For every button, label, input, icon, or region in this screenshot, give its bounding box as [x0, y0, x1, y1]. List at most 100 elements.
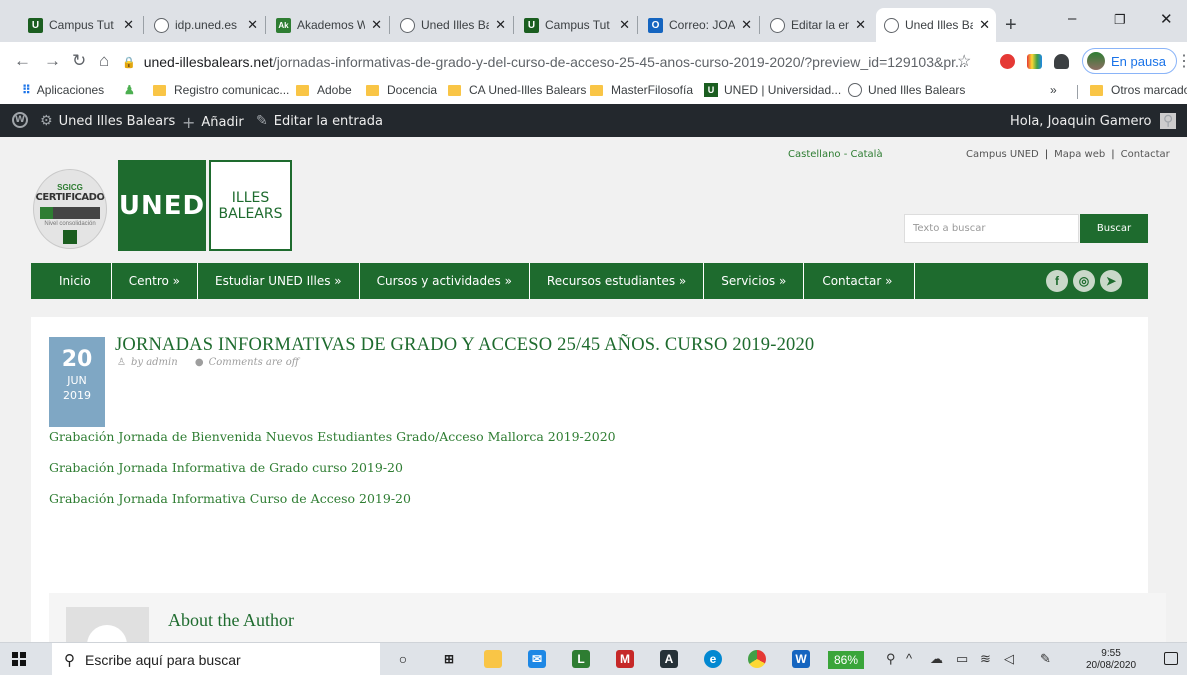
admin-add-new[interactable]: + Añadir	[182, 113, 244, 132]
uned-favicon-icon: U	[28, 17, 43, 33]
facebook-icon[interactable]: f	[1046, 270, 1068, 292]
tab-correo[interactable]: O Correo: JOA ✕	[640, 8, 758, 42]
window-close-icon[interactable]: ✕	[1160, 10, 1173, 28]
profile-button[interactable]: En pausa	[1082, 48, 1177, 74]
uned-l-app-icon[interactable]: L	[572, 650, 590, 668]
admin-search-icon[interactable]: ⚲	[1163, 113, 1173, 129]
forward-arrow-icon[interactable]: →	[44, 51, 61, 71]
bookmark-star-icon[interactable]: ☆	[957, 51, 971, 71]
bookmark-uned-illes[interactable]: Uned Illes Balears	[848, 83, 965, 97]
usb-icon[interactable]: ⚲	[886, 651, 896, 667]
new-tab-button[interactable]: +	[1005, 14, 1017, 37]
close-icon[interactable]: ✕	[979, 17, 990, 33]
bookmark-apps[interactable]: ⠿ Aplicaciones	[22, 83, 104, 97]
folder-icon	[448, 84, 461, 96]
battery-tray-icon[interactable]: ▭	[956, 651, 968, 667]
bookmarks-overflow-button[interactable]: »	[1050, 83, 1057, 97]
close-icon[interactable]: ✕	[123, 17, 134, 33]
back-arrow-icon[interactable]: ←	[14, 51, 31, 71]
close-icon[interactable]: ✕	[495, 17, 506, 33]
nav-servicios[interactable]: Servicios »	[704, 263, 805, 299]
windows-start-icon[interactable]	[12, 652, 26, 666]
menu-kebab-icon[interactable]: ⋮	[1176, 51, 1187, 71]
nav-estudiar[interactable]: Estudiar UNED Illes »	[198, 263, 360, 299]
bookmark-other[interactable]: Otros marcadores	[1090, 83, 1187, 97]
close-icon[interactable]: ✕	[741, 17, 752, 33]
tab-title: idp.uned.es	[175, 18, 238, 32]
volume-icon[interactable]: ◁	[1004, 651, 1014, 667]
bookmark-masterfilosofia[interactable]: MasterFilosofía	[590, 83, 693, 97]
chevron-up-icon[interactable]: ^	[906, 651, 912, 666]
tab-strip: U Campus Tut ✕ idp.uned.es ✕ Ak Akademos…	[0, 0, 1187, 42]
language-links[interactable]: Castellano - Català	[788, 149, 883, 160]
cloud-icon[interactable]: ☁	[930, 651, 943, 667]
post-title[interactable]: JORNADAS INFORMATIVAS DE GRADO Y ACCESO …	[115, 335, 814, 356]
opera-extension-icon[interactable]	[1000, 54, 1015, 69]
reload-icon[interactable]: ↻	[72, 51, 86, 71]
system-clock[interactable]: 9:55 20/08/2020	[1086, 648, 1136, 672]
wordpress-logo-icon[interactable]: W	[12, 112, 28, 128]
pen-icon[interactable]: ✎	[1040, 651, 1051, 667]
nav-recursos[interactable]: Recursos estudiantes »	[530, 263, 705, 299]
nav-contactar[interactable]: Contactar »	[804, 263, 916, 299]
bookmark-extension[interactable]: ♟	[124, 83, 135, 97]
tab-uned-illes-1[interactable]: Uned Illes Ba ✕	[392, 8, 512, 42]
taskbar-search-input[interactable]: ⚲ Escribe aquí para buscar	[52, 643, 380, 675]
maximize-icon[interactable]: ❐	[1114, 12, 1126, 28]
minimize-icon[interactable]: –	[1068, 10, 1076, 27]
tab-divider	[513, 16, 514, 34]
contactar-link[interactable]: Contactar	[1121, 149, 1170, 160]
post-author[interactable]: by admin	[131, 357, 178, 368]
tab-campus-tutor-2[interactable]: U Campus Tut ✕	[516, 8, 636, 42]
twitter-icon[interactable]: ➤	[1100, 270, 1122, 292]
admin-account[interactable]: Hola, Joaquin Gamero	[1010, 113, 1176, 129]
cert-title: CERTIFICADO	[35, 192, 105, 203]
close-icon[interactable]: ✕	[619, 17, 630, 33]
tab-idp[interactable]: idp.uned.es ✕	[146, 8, 264, 42]
tab-editar-entrada[interactable]: Editar la ent ✕	[762, 8, 872, 42]
bookmark-ca-uned[interactable]: CA Uned-Illes Balears	[448, 83, 586, 97]
task-view-icon[interactable]: ⊞	[440, 650, 458, 668]
mail-icon[interactable]: ✉	[528, 650, 546, 668]
post-link-grado[interactable]: Grabación Jornada Informativa de Grado c…	[49, 460, 403, 475]
bookmark-adobe[interactable]: Adobe	[296, 83, 352, 97]
bookmark-registro[interactable]: Registro comunicac...	[153, 83, 289, 97]
color-extension-icon[interactable]	[1027, 54, 1042, 69]
extensions-puzzle-icon[interactable]	[1054, 54, 1069, 69]
adobe-reader-icon[interactable]: A	[660, 650, 678, 668]
tab-uned-illes-active[interactable]: Uned Illes Ba ✕	[876, 8, 996, 42]
nav-inicio[interactable]: Inicio	[31, 263, 112, 299]
edge-browser-icon[interactable]: e	[704, 650, 722, 668]
campus-uned-link[interactable]: Campus UNED	[966, 149, 1039, 160]
notification-center-icon[interactable]	[1164, 652, 1178, 665]
chrome-icon[interactable]	[748, 650, 766, 668]
admin-site-name[interactable]: ⚙ Uned Illes Balears	[40, 113, 175, 129]
mcafee-icon[interactable]: M	[616, 650, 634, 668]
illes-balears-logo[interactable]: ILLES BALEARS	[209, 160, 292, 251]
search-button[interactable]: Buscar	[1080, 214, 1148, 243]
instagram-icon[interactable]: ◎	[1073, 270, 1095, 292]
word-icon[interactable]: W	[792, 650, 810, 668]
post-link-bienvenida[interactable]: Grabación Jornada de Bienvenida Nuevos E…	[49, 429, 616, 444]
post-link-acceso[interactable]: Grabación Jornada Informativa Curso de A…	[49, 491, 411, 506]
site-search-input[interactable]: Texto a buscar	[904, 214, 1079, 243]
admin-edit-post[interactable]: ✎ Editar la entrada	[256, 113, 383, 129]
admin-site-label: Uned Illes Balears	[58, 113, 176, 129]
close-icon[interactable]: ✕	[247, 17, 258, 33]
home-icon[interactable]: ⌂	[99, 51, 109, 71]
close-icon[interactable]: ✕	[371, 17, 382, 33]
cortana-icon[interactable]: ○	[394, 650, 412, 668]
wifi-icon[interactable]: ≋	[980, 651, 991, 667]
tab-campus-tutor-1[interactable]: U Campus Tut ✕	[20, 8, 140, 42]
mapa-web-link[interactable]: Mapa web	[1054, 149, 1105, 160]
battery-indicator[interactable]: 86%	[828, 651, 865, 669]
close-icon[interactable]: ✕	[855, 17, 866, 33]
bookmark-uned-universidad[interactable]: U UNED | Universidad...	[704, 83, 841, 97]
bookmark-docencia[interactable]: Docencia	[366, 83, 437, 97]
file-explorer-icon[interactable]	[484, 650, 502, 668]
tab-akademos[interactable]: Ak Akademos W ✕	[268, 8, 388, 42]
address-bar[interactable]: 🔒 uned-illesbalears.net/jornadas-informa…	[122, 49, 984, 75]
nav-cursos[interactable]: Cursos y actividades »	[360, 263, 530, 299]
uned-logo[interactable]: UNED	[118, 160, 206, 251]
nav-centro[interactable]: Centro »	[112, 263, 199, 299]
